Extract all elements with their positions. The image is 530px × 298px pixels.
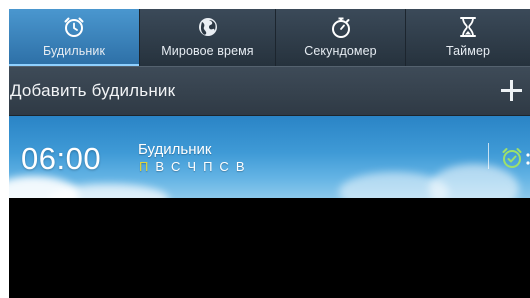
alarm-time: 06:00 (21, 141, 102, 176)
tab-alarm[interactable]: Будильник (9, 9, 139, 66)
tab-stopwatch[interactable]: Секундомер (275, 9, 405, 66)
tab-world-clock-label: Мировое время (161, 44, 254, 58)
add-alarm-label: Добавить будильник (10, 81, 176, 100)
tab-timer[interactable]: Таймер (405, 9, 530, 66)
alarm-name: Будильник (138, 141, 212, 158)
day-sunday: В (235, 159, 245, 174)
add-alarm-bar[interactable]: Добавить будильник (9, 66, 530, 116)
day-wednesday: С (171, 159, 181, 174)
tab-alarm-label: Будильник (42, 44, 106, 58)
stopwatch-icon (329, 14, 353, 40)
globe-icon (196, 14, 220, 40)
plus-icon[interactable] (499, 78, 525, 104)
tab-timer-label: Таймер (445, 44, 491, 58)
day-tuesday: В (155, 159, 165, 174)
day-thursday: Ч (187, 159, 197, 174)
alarm-on-icon[interactable] (500, 144, 530, 172)
tab-bar: Будильник Мировое время Секундомер Тайме… (9, 9, 530, 66)
day-saturday: С (219, 159, 229, 174)
hourglass-icon (456, 14, 480, 40)
alarm-clock-icon (62, 14, 86, 40)
alarm-repeat-days: П В С Ч П С В (139, 159, 244, 174)
tab-world-clock[interactable]: Мировое время (139, 9, 275, 66)
divider (488, 143, 489, 169)
alarm-item[interactable]: 06:00 Будильник П В С Ч П С В (9, 116, 530, 198)
clock-app-screen: Будильник Мировое время Секундомер Тайме… (9, 9, 530, 298)
day-friday: П (203, 159, 213, 174)
day-monday: П (139, 159, 149, 174)
tab-stopwatch-label: Секундомер (304, 44, 377, 58)
